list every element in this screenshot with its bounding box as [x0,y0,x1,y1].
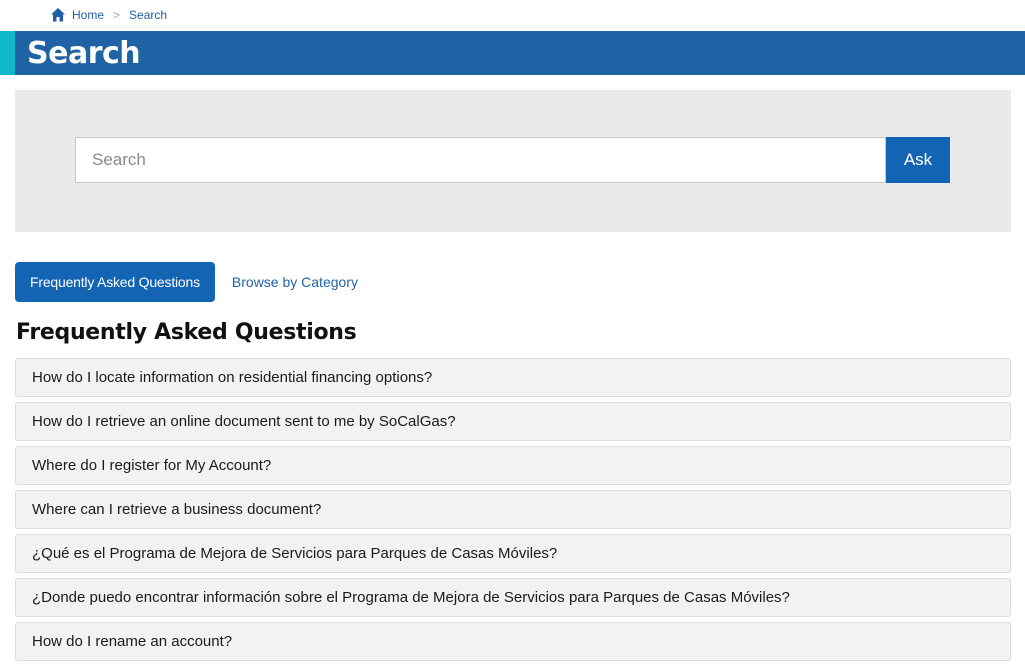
breadcrumb: Home > Search [50,6,167,24]
breadcrumb-separator: > [113,8,121,22]
tab-frequently-asked-questions[interactable]: Frequently Asked Questions [15,262,215,302]
tab-bar: Frequently Asked Questions Browse by Cat… [15,262,358,302]
title-accent-stripe [0,31,15,75]
faq-heading: Frequently Asked Questions [16,320,357,345]
breadcrumb-home-link[interactable]: Home [72,8,104,22]
search-panel: Ask [15,90,1011,232]
faq-item[interactable]: ¿Donde puedo encontrar información sobre… [15,578,1011,617]
faq-item[interactable]: How do I locate information on residenti… [15,358,1011,397]
ask-button[interactable]: Ask [886,137,950,183]
page-title: Search [27,36,141,71]
faq-item[interactable]: Where can I retrieve a business document… [15,490,1011,529]
home-icon[interactable] [50,7,66,23]
faq-item[interactable]: How do I rename an account? [15,622,1011,661]
faq-item[interactable]: How do I retrieve an online document sen… [15,402,1011,441]
faq-item[interactable]: ¿Qué es el Programa de Mejora de Servici… [15,534,1011,573]
search-input[interactable] [75,137,886,183]
page-title-bar: Search [0,31,1025,75]
faq-list: How do I locate information on residenti… [15,358,1011,666]
faq-item[interactable]: Where do I register for My Account? [15,446,1011,485]
breadcrumb-current[interactable]: Search [129,8,167,22]
tab-browse-by-category[interactable]: Browse by Category [232,274,358,290]
